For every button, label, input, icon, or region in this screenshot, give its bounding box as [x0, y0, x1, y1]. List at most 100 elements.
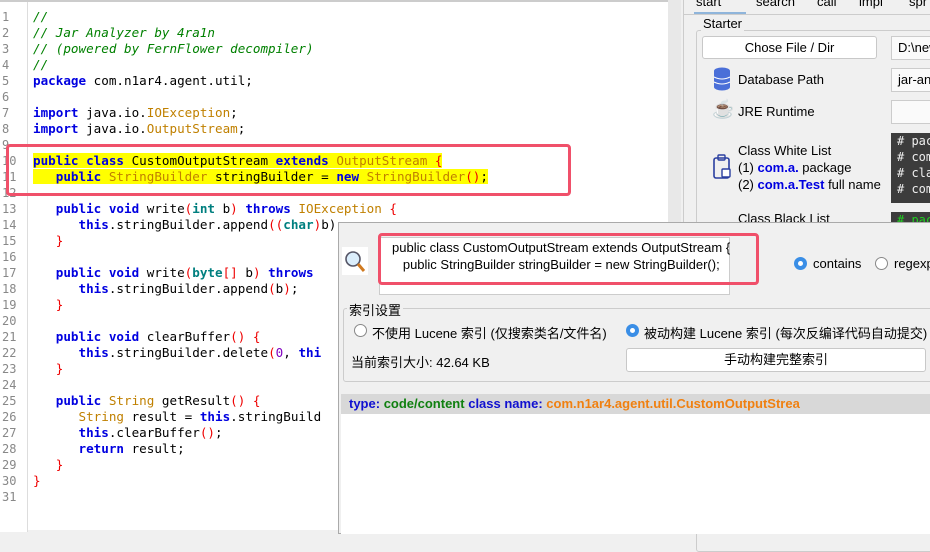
code-token: IOException [290, 201, 390, 216]
passive-lucene-radio[interactable] [626, 324, 639, 337]
code-token: this [78, 217, 109, 232]
code-token: } [55, 361, 64, 376]
clipboard-icon [713, 154, 731, 179]
code-token: // [33, 57, 49, 72]
code-token: } [55, 233, 64, 248]
tab-search[interactable]: search [756, 0, 795, 9]
code-token: throws [237, 201, 291, 216]
line-number: 24 [2, 378, 17, 392]
code-line: this.stringBuilder.append(b); [33, 281, 299, 297]
database-path-input[interactable]: jar-an [891, 68, 930, 92]
code-token: java.io. [78, 121, 147, 136]
code-token: int [192, 201, 215, 216]
line-number: 28 [2, 442, 17, 456]
code-token: // Jar Analyzer by 4ra1n [33, 25, 215, 40]
annotation-box-search [378, 233, 759, 285]
contains-radio[interactable] [794, 257, 807, 270]
file-path-input[interactable]: D:\new [891, 36, 930, 60]
jre-runtime-label: JRE Runtime [738, 104, 815, 119]
line-number: 21 [2, 330, 17, 344]
chose-file-button[interactable]: Chose File / Dir [702, 36, 877, 59]
result-type-value: code/content [383, 396, 465, 411]
code-line: // [33, 57, 48, 73]
code-line: import java.io.IOException; [33, 105, 238, 121]
code-token: thi [298, 345, 322, 360]
code-line: // [33, 9, 48, 25]
code-line: return result; [33, 441, 185, 457]
code-token: result; [124, 441, 185, 456]
code-token: ; [230, 105, 238, 120]
code-token: .stringBuilder.append [108, 281, 269, 296]
code-token: this [78, 281, 109, 296]
search-popup: public class CustomOutputStream extends … [338, 222, 930, 534]
tab-spr[interactable]: spr [909, 0, 927, 9]
class-white-list-textarea[interactable]: # pac # com # cla # com [891, 133, 930, 203]
search-icon [342, 247, 368, 275]
line-number-gutter: 1 2 3 4 5 6 7 8 9 10 11 12 13 14 15 16 17 18 19 20 21 22 23 24 2… [0, 2, 28, 532]
tab-start[interactable]: start [696, 0, 721, 9]
code-token: String [78, 409, 125, 424]
code-token: } [33, 473, 41, 488]
code-token: com.n1ar4.agent.util; [86, 73, 253, 88]
no-lucene-radio[interactable] [354, 324, 367, 337]
passive-lucene-label: 被动构建 Lucene 索引 (每次反编译代码自动提交) [644, 326, 928, 341]
index-size-value: 42.64 KB [436, 355, 490, 370]
code-token: write [139, 201, 185, 216]
line-number: 29 [2, 458, 17, 472]
code-token: { [389, 201, 398, 216]
line-number: 2 [2, 26, 10, 40]
code-token: java.io. [78, 105, 147, 120]
white-list-hint-2-desc: full name [824, 177, 881, 192]
tab-call[interactable]: call [817, 0, 837, 9]
code-token: // [33, 9, 49, 24]
code-token: , [283, 345, 299, 360]
database-icon [713, 67, 731, 91]
code-token: () [199, 425, 216, 440]
code-line: this.clearBuffer(); [33, 425, 223, 441]
result-class-label: class name: [468, 396, 543, 411]
line-number: 5 [2, 74, 10, 88]
jre-runtime-input[interactable] [891, 100, 930, 124]
line-number: 26 [2, 410, 17, 424]
code-line: } [33, 297, 64, 313]
code-line: } [33, 361, 64, 377]
code-line: import java.io.OutputStream; [33, 121, 245, 137]
line-number: 18 [2, 282, 17, 296]
database-path-label: Database Path [738, 72, 825, 87]
line-number: 13 [2, 202, 17, 216]
line-number: 15 [2, 234, 17, 248]
code-token: import [33, 105, 79, 120]
starter-legend: Starter [701, 16, 745, 31]
index-settings-legend: 索引设置 [347, 300, 404, 319]
class-white-list-title: Class White List [738, 143, 832, 158]
code-line: package com.n1ar4.agent.util; [33, 73, 253, 89]
line-number: 25 [2, 394, 17, 408]
code-token: this [78, 345, 109, 360]
code-token: OutputStream [146, 121, 238, 136]
build-index-button[interactable]: 手动构建完整索引 [626, 348, 926, 372]
code-token: ) [252, 265, 261, 280]
line-number: 1 [2, 10, 10, 24]
result-list[interactable] [341, 414, 930, 534]
line-number: 30 [2, 474, 17, 488]
line-number: 16 [2, 250, 17, 264]
contains-label: contains [813, 256, 862, 271]
code-token: import [33, 121, 79, 136]
no-lucene-label: 不使用 Lucene 索引 (仅搜索类名/文件名) [372, 326, 607, 341]
code-token: .stringBuilder.delete [108, 345, 269, 360]
index-size-label: 当前索引大小: [351, 355, 433, 370]
code-token: // (powered by FernFlower decompiler) [33, 41, 314, 56]
code-token: public void [55, 329, 140, 344]
java-icon: ☕ [712, 99, 735, 119]
code-token: ; [237, 121, 246, 136]
regexp-radio[interactable] [875, 257, 888, 270]
result-class-value[interactable]: com.n1ar4.agent.util.CustomOutputStrea [546, 396, 800, 411]
tab-impl[interactable]: impl [859, 0, 883, 9]
code-token: .stringBuilder.append [108, 217, 269, 232]
